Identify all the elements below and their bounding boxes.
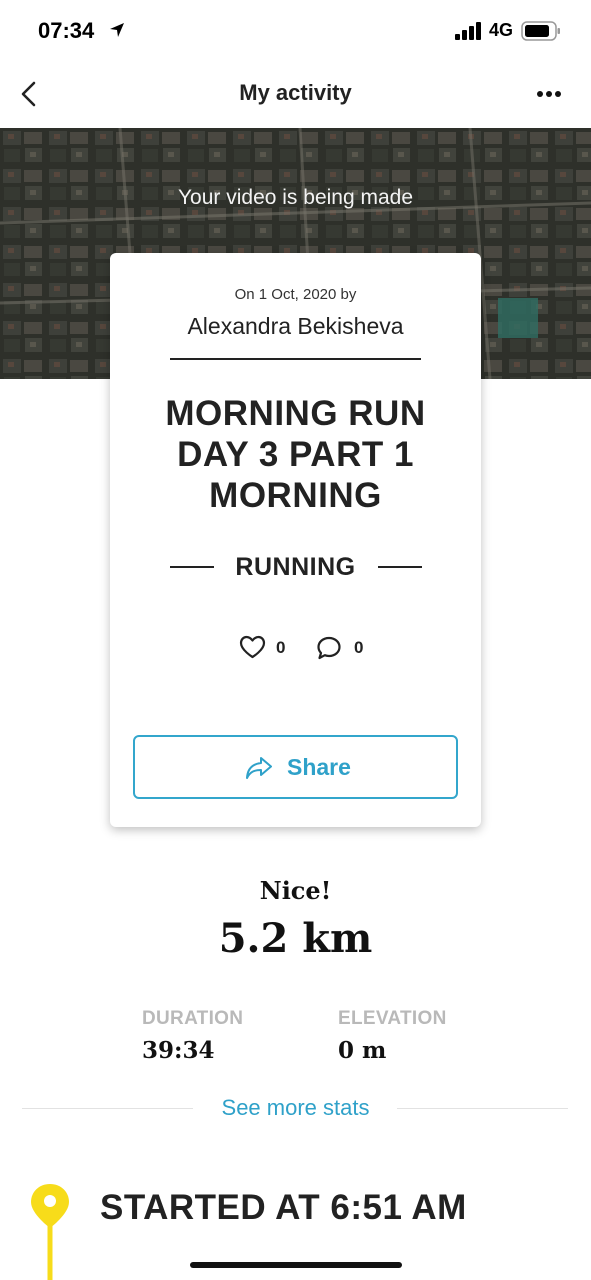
page-title: My activity	[239, 80, 352, 105]
video-status-caption: Your video is being made	[177, 186, 414, 209]
status-bar: 07:34 4G	[0, 0, 591, 64]
activity-card: On 1 Oct, 2020 by Alexandra Bekisheva MO…	[110, 253, 481, 827]
elevation-value: 0 m	[338, 1037, 387, 1064]
title-line: MORNING RUN	[165, 394, 426, 433]
location-arrow-icon	[110, 23, 124, 37]
nav-bar: My activity	[0, 64, 591, 128]
heart-icon[interactable]	[239, 635, 266, 660]
duration-value: 39:34	[142, 1037, 215, 1064]
elevation-label: ELEVATION	[338, 1008, 447, 1029]
comment-count: 0	[354, 638, 364, 657]
activity-type: RUNNING	[235, 553, 356, 581]
distance-value: 5.2 km	[218, 915, 373, 962]
social-row: 0 0	[110, 635, 481, 661]
like-count: 0	[276, 638, 286, 657]
comment-icon[interactable]	[316, 635, 342, 661]
activity-type-row: RUNNING	[110, 553, 481, 581]
more-dots-icon[interactable]	[530, 82, 568, 106]
network-type: 4G	[489, 20, 514, 40]
signal-bars-icon	[455, 22, 481, 40]
divider	[378, 566, 422, 568]
home-indicator[interactable]	[190, 1262, 402, 1268]
duration-label: DURATION	[142, 1008, 244, 1029]
title-line: MORNING	[209, 476, 382, 515]
activity-date: On 1 Oct, 2020 by	[234, 286, 357, 303]
title-line: DAY 3 PART 1	[177, 435, 414, 474]
activity-author[interactable]: Alexandra Bekisheva	[110, 313, 481, 340]
started-at-heading: STARTED AT 6:51 AM	[100, 1188, 467, 1227]
divider	[170, 358, 421, 360]
location-pin-icon	[31, 1184, 69, 1280]
share-arrow-icon	[246, 757, 272, 779]
battery-icon	[521, 21, 560, 41]
stats-headline: Nice!	[259, 876, 332, 905]
activity-title: MORNING RUN DAY 3 PART 1 MORNING	[120, 393, 471, 516]
share-button[interactable]: Share	[133, 735, 458, 799]
status-time: 07:34	[38, 18, 95, 43]
share-label: Share	[287, 754, 351, 780]
divider	[397, 1108, 568, 1109]
